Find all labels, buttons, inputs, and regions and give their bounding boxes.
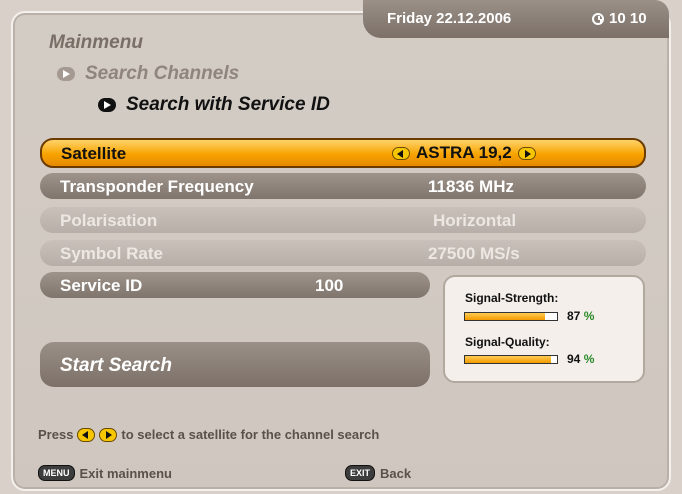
menu-row-service-id[interactable]: Service ID 100 [40,272,430,298]
footer-back[interactable]: EXIT Back [345,465,411,481]
exit-mainmenu-label: Exit mainmenu [79,465,172,481]
breadcrumb-search-service-id: Search with Service ID [98,94,330,116]
satellite-label: Satellite [61,144,127,163]
menu-row-polarisation: Polarisation Horizontal [40,207,646,233]
signal-strength-label: Signal-Strength: [465,291,559,305]
service-id-label: Service ID [60,276,143,295]
menu-row-transponder[interactable]: Transponder Frequency 11836 MHz [40,173,646,199]
exit-key-icon[interactable]: EXIT [345,465,376,481]
signal-panel: Signal-Strength: 87 % Signal-Quality: 94… [443,275,645,383]
right-key-icon [99,427,118,442]
breadcrumb-label-2: Search with Service ID [126,94,330,115]
signal-strength-fill [465,313,546,320]
polarisation-value: Horizontal [433,211,517,230]
help-description: to select a satellite for the channel se… [121,427,380,442]
breadcrumb-search-channels: Search Channels [57,63,239,85]
help-text: Press to select a satellite for the chan… [38,427,379,442]
menu-row-symbol-rate: Symbol Rate 27500 MS/s [40,240,646,266]
page-title: Mainmenu [49,32,143,53]
signal-quality-fill [465,356,552,363]
polarisation-label: Polarisation [60,211,158,230]
clock: 10 10 [592,10,647,27]
time-text: 10 10 [609,10,647,27]
back-label: Back [380,465,412,481]
menu-key-icon[interactable]: MENU [38,465,75,481]
right-arrow-icon[interactable] [517,146,536,160]
service-id-value: 100 [315,276,344,295]
left-arrow-icon[interactable] [392,146,410,160]
start-search-label: Start Search [60,355,172,376]
symbol-rate-value: 27500 MS/s [428,244,520,263]
transponder-label: Transponder Frequency [60,177,254,196]
signal-quality-label: Signal-Quality: [465,335,550,349]
date-text: Friday 22.12.2006 [387,10,512,27]
footer-exit-mainmenu[interactable]: MENU Exit mainmenu [38,465,172,481]
signal-quality-bar [464,355,558,364]
signal-strength-bar [464,312,558,321]
left-key-icon [77,427,96,442]
start-search-button[interactable]: Start Search [40,342,430,387]
arrow-right-icon [98,98,116,112]
symbol-rate-label: Symbol Rate [60,244,163,263]
signal-quality-value: 94 % [567,352,595,366]
satellite-value: ASTRA 19,2 [416,143,512,162]
signal-strength-value: 87 % [567,309,595,323]
transponder-value: 11836 MHz [428,177,514,196]
menu-row-satellite[interactable]: Satellite ASTRA 19,2 [40,138,646,168]
breadcrumb-label-1: Search Channels [85,63,240,84]
satellite-selector[interactable]: ASTRA 19,2 [392,143,536,163]
arrow-right-icon [57,67,75,81]
tv-menu-screen: Friday 22.12.2006 10 10 Mainmenu Search … [0,0,682,494]
clock-icon [592,12,604,25]
help-press: Press [38,427,74,442]
